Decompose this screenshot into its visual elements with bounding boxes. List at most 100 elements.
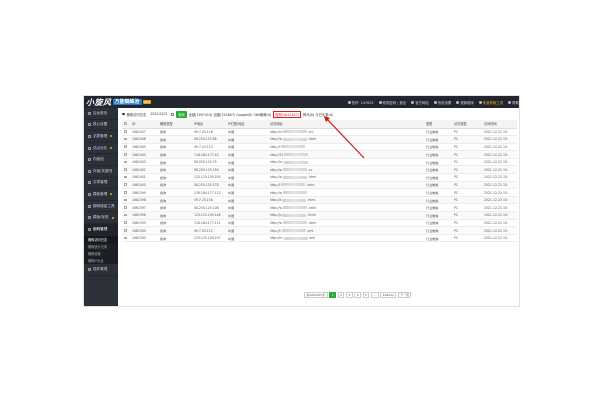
page-button[interactable]: 1: [329, 291, 336, 299]
topnav-item[interactable]: 修改密码 | 退出: [378, 100, 406, 105]
select-all-checkbox[interactable]: [124, 122, 127, 125]
sidebar-item[interactable]: 蜘蛛增量工具: [84, 201, 118, 213]
table-row[interactable]: 1662394 搜狗 49.7.20.112 中国 http://t .xml 行业蜘蛛 PC…: [122, 226, 517, 235]
last-page-button[interactable]: 166241: [380, 291, 397, 299]
row-checkbox[interactable]: [124, 130, 127, 133]
new-flag-icon: [110, 193, 113, 196]
row-checkbox[interactable]: [124, 198, 127, 202]
row-checkbox[interactable]: [124, 183, 127, 186]
row-checkbox[interactable]: [124, 206, 127, 209]
topnav-item[interactable]: 系统设置: [433, 100, 451, 105]
cell-url[interactable]: http://m .xml: [268, 234, 378, 243]
stats-sogou-highlight[interactable]: 搜狗(1642407): [273, 110, 302, 118]
next-page-button[interactable]: 下一页: [397, 291, 412, 299]
date-input[interactable]: 2021/2/23: [148, 112, 169, 116]
column-header[interactable]: 类型: [424, 120, 452, 129]
sidebar-subitem[interactable]: 蜘蛛设置: [84, 249, 118, 258]
sidebar-item[interactable]: 蜘蛛管理: [84, 223, 118, 236]
row-checkbox[interactable]: [124, 228, 127, 232]
row-checkbox[interactable]: [124, 145, 127, 148]
column-header[interactable]: IP归属/地区: [226, 120, 268, 129]
cell-url[interactable]: http://w .cc: [268, 165, 378, 175]
table-row[interactable]: 1662395 搜狗 118.184.177.111 中国 http://w .html 行…: [122, 219, 517, 228]
table-row[interactable]: 1662407 搜狗 49.7.20.118 中国 http://ni/m/行业蜘蛛 PC…: [122, 128, 517, 137]
cell-region: 中国: [226, 219, 268, 228]
cell-url[interactable]: http://l .html: [268, 181, 378, 190]
page-button[interactable]: 3: [345, 291, 353, 299]
stats-summary[interactable]: 全部(1997414) 百度(315607) Google(0) 360蜘蛛(0…: [189, 112, 272, 117]
sidebar-item-label: 插件管理: [93, 267, 108, 272]
cell-url[interactable]: http://a .html: [268, 196, 378, 205]
table-row[interactable]: 1662399 搜狗 118.184.177.113 中国 http://w 行业蜘蛛 PC…: [122, 188, 517, 197]
topnav-item[interactable]: 官方网站: [411, 100, 429, 105]
cell-spider-type: 搜狗: [158, 226, 192, 235]
topnav-item[interactable]: 免费获取工具: [478, 100, 503, 105]
table-row[interactable]: 1662393 搜狗 123.125.109.207 中国 http://m .xml 行业…: [122, 234, 517, 243]
table-row[interactable]: 1662405 搜狗 49.7.20.113 中国 http://l 行业蜘蛛 PC 2021…: [122, 143, 517, 152]
cell-url[interactable]: http://91: [268, 150, 378, 159]
table-row[interactable]: 1662400 搜狗 58.250.125.178 中国 http://l .html 行业…: [122, 181, 517, 190]
column-header[interactable]: ID: [130, 120, 158, 129]
page-button[interactable]: 5: [362, 291, 370, 299]
sidebar-item[interactable]: 站点优化: [84, 143, 118, 155]
url-start: http://91: [270, 152, 284, 157]
row-checkbox[interactable]: [124, 175, 127, 179]
sidebar-subitem[interactable]: 蜘蛛IP大全: [84, 257, 118, 265]
column-header[interactable]: 访问时间: [482, 120, 517, 129]
cell-url[interactable]: http://w .html: [268, 203, 378, 213]
table-row[interactable]: 1662406 搜狗 58.250.125.66 中国 http://w .html 行业蜘…: [122, 135, 517, 144]
table-row[interactable]: 1662404 搜狗 118.184.177.43 中国 http://91 行业蜘蛛 PC…: [122, 150, 517, 159]
table-row[interactable]: 1662398 搜狗 49.7.20.154 中国 http://a .html 行业蜘蛛 P…: [122, 196, 517, 205]
cell-region: 中国: [226, 188, 268, 197]
row-checkbox[interactable]: [124, 168, 127, 171]
column-header[interactable]: IP地址: [192, 120, 226, 129]
row-checkbox[interactable]: [124, 137, 127, 141]
cell-url[interactable]: http://cc: [268, 158, 378, 167]
cell-url[interactable]: http://w .html: [268, 135, 378, 144]
column-header[interactable]: 访问网址: [268, 120, 378, 129]
row-checkbox[interactable]: [124, 221, 127, 224]
sidebar-item[interactable]: 站群管理: [84, 131, 118, 143]
cell-ip: 49.7.20.118: [192, 128, 226, 137]
sidebar-item[interactable]: 内链池: [84, 154, 118, 166]
topnav-item[interactable]: 帮助: [508, 100, 519, 105]
column-header[interactable]: 访问类型: [452, 120, 482, 129]
query-button[interactable]: 查询: [176, 110, 187, 118]
table-row[interactable]: 1662403 搜狗 58.250.125.79 中国 http://cc 行业蜘蛛 PC 2…: [122, 158, 517, 167]
row-checkbox[interactable]: [124, 236, 127, 240]
cell-url[interactable]: http://w: [268, 188, 378, 197]
sidebar-item[interactable]: 后台首页: [84, 108, 118, 120]
sidebar-item[interactable]: 模板/标签: [84, 212, 118, 224]
cell-url[interactable]: http://w .html: [268, 173, 378, 182]
cell-url[interactable]: http://p .html: [268, 211, 378, 220]
table-row[interactable]: 1662397 搜狗 58.250.125.108 中国 http://w .html 行业…: [122, 203, 517, 213]
table-row[interactable]: 1662402 搜狗 58.250.125.180 中国 http://w .cc 行业蜘蛛…: [122, 165, 517, 175]
sidebar-subitem[interactable]: 蜘蛛访问日志: [84, 235, 118, 243]
row-checkbox[interactable]: [124, 160, 127, 164]
topnav-item[interactable]: 更新程序: [456, 100, 474, 105]
table-row[interactable]: 1662396 搜狗 123.125.109.146 中国 http://p .html 行…: [122, 211, 517, 220]
row-checkbox[interactable]: [124, 152, 127, 156]
row-checkbox[interactable]: [124, 213, 127, 217]
sidebar-item[interactable]: 核心设置: [84, 120, 118, 132]
page-button[interactable]: 2: [337, 291, 345, 299]
column-header[interactable]: 蜘蛛类型: [158, 120, 192, 129]
table-row[interactable]: 1662401 搜狗 123.125.109.205 中国 http://w .html 行…: [122, 173, 517, 182]
sidebar-item[interactable]: 模板管理: [84, 189, 118, 201]
calendar-icon[interactable]: [171, 112, 175, 116]
sidebar-item[interactable]: 插件管理: [84, 264, 118, 276]
sidebar-item[interactable]: 外链/关键词: [84, 166, 118, 178]
cell-url[interactable]: http://l: [268, 143, 378, 152]
sidebar-item[interactable]: 文章管理: [84, 178, 118, 190]
sidebar-subitem[interactable]: 蜘蛛统计记录: [84, 242, 118, 250]
row-checkbox[interactable]: [124, 190, 127, 194]
stats-summary-rest[interactable]: 神马(0) 今日头条(0): [303, 112, 333, 117]
topnav-item[interactable]: 您好: 147603: [347, 100, 374, 105]
cell-url[interactable]: http://w .html: [268, 219, 378, 228]
cell-ip: 118.184.177.113: [192, 188, 226, 197]
cell-url[interactable]: http://ni/m/: [268, 128, 378, 137]
cell-url[interactable]: http://t .xml: [268, 226, 378, 235]
column-header[interactable]: [378, 120, 424, 129]
page-button[interactable]: 4: [354, 291, 362, 299]
pagination: 共1662407条 1 2 3 4 5… 166241 下一页: [304, 291, 412, 299]
